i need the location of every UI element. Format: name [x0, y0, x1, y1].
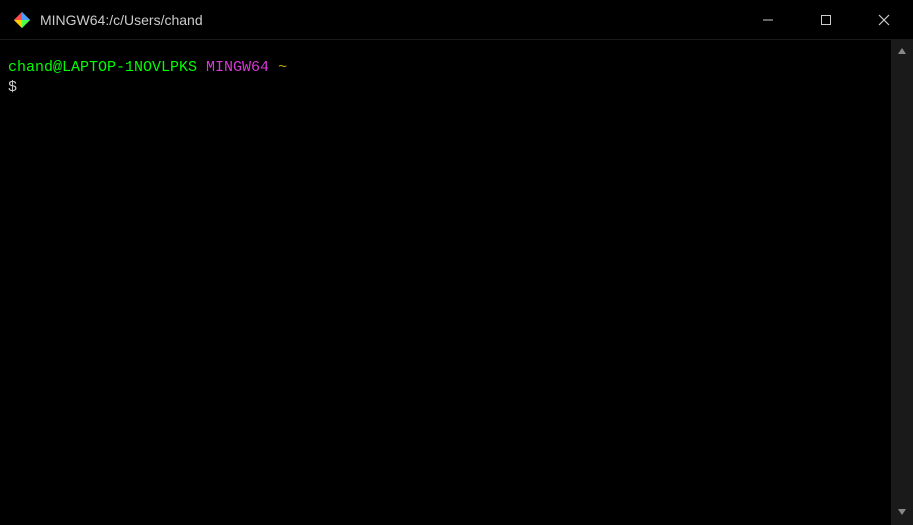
prompt-symbol-line: $	[8, 78, 883, 98]
maximize-button[interactable]	[797, 0, 855, 40]
window-controls	[739, 0, 913, 39]
scroll-up-icon[interactable]	[897, 46, 907, 58]
terminal-body: chand@LAPTOP-1NOVLPKS MINGW64 ~ $	[0, 40, 913, 525]
scroll-down-icon[interactable]	[897, 507, 907, 519]
app-icon	[12, 10, 32, 30]
terminal-window: MINGW64:/c/Users/chand chan	[0, 0, 913, 525]
titlebar-left: MINGW64:/c/Users/chand	[0, 10, 739, 30]
prompt-user-host: chand@LAPTOP-1NOVLPKS	[8, 59, 197, 76]
prompt-line: chand@LAPTOP-1NOVLPKS MINGW64 ~	[8, 58, 883, 78]
terminal-content[interactable]: chand@LAPTOP-1NOVLPKS MINGW64 ~ $	[0, 40, 891, 525]
prompt-symbol: $	[8, 79, 17, 96]
prompt-path: ~	[278, 59, 287, 76]
scrollbar[interactable]	[891, 40, 913, 525]
prompt-env: MINGW64	[206, 59, 269, 76]
minimize-button[interactable]	[739, 0, 797, 40]
close-button[interactable]	[855, 0, 913, 40]
window-title: MINGW64:/c/Users/chand	[40, 12, 203, 28]
titlebar[interactable]: MINGW64:/c/Users/chand	[0, 0, 913, 40]
